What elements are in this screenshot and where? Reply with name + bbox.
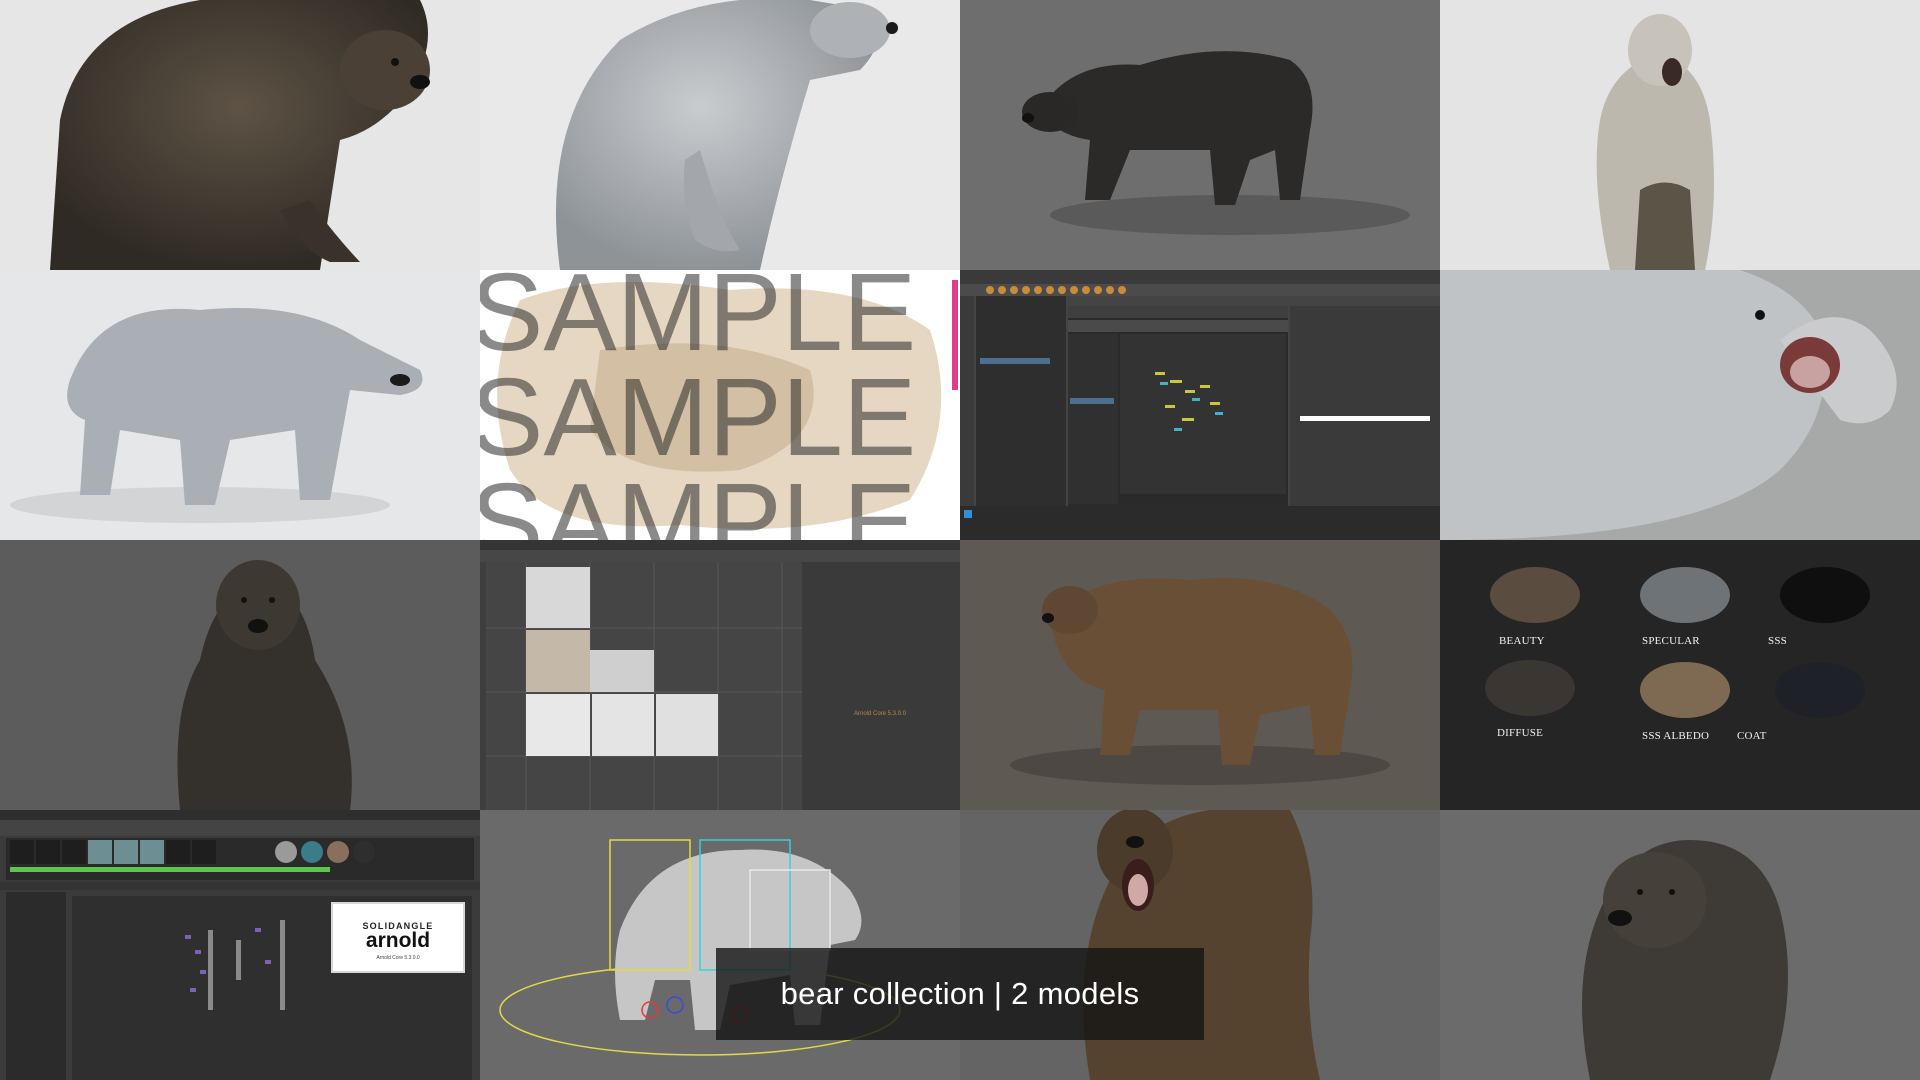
pass-label-sss: SSS xyxy=(1768,635,1787,647)
hypershade-tile: SOLIDANGLE arnold Arnold Core 5.3.0.0 xyxy=(0,810,480,1080)
collection-caption: bear collection | 2 models xyxy=(780,976,1140,1011)
arnold-logo: SOLIDANGLE arnold Arnold Core 5.3.0.0 xyxy=(331,902,465,973)
maya-node-editor-tile xyxy=(960,270,1440,540)
pass-label-coat: COAT xyxy=(1737,730,1767,742)
brown-bear-sitting-image xyxy=(177,560,352,810)
fur-texture-sample-tile: SAMPLE SAMPLE SAMPLE xyxy=(480,270,960,540)
grizzly-walking-image xyxy=(1010,578,1390,785)
pass-label-diffuse: DIFFUSE xyxy=(1497,727,1544,739)
render-passes-grid-image xyxy=(1485,567,1870,718)
uv-editor-tile: Arnold Core 5.3.0.0 xyxy=(480,540,960,810)
pass-label-specular: SPECULAR xyxy=(1642,635,1700,647)
arnold-name-text: arnold xyxy=(365,929,431,952)
polar-bear-roar-closeup-tile xyxy=(1440,270,1920,540)
maya-node-editor-screenshot xyxy=(960,270,1440,540)
polar-bear-standing-tile xyxy=(480,0,960,270)
fur-texture-image: SAMPLE SAMPLE SAMPLE xyxy=(480,270,960,540)
collection-caption-bar: bear collection | 2 models xyxy=(716,948,1204,1040)
brown-bear-sitting-tile xyxy=(0,540,480,810)
arnold-version-text: Arnold Core 5.3.0.0 xyxy=(376,955,420,961)
uv-editor-screenshot xyxy=(480,540,960,810)
brown-bear-front-image xyxy=(1582,840,1788,1080)
polar-bear-standing-image xyxy=(556,0,898,270)
render-passes-tile: BEAUTY SPECULAR SSS DIFFUSE SSS ALBEDO C… xyxy=(1440,540,1920,810)
brown-bear-closeup-tile xyxy=(0,0,480,270)
polar-bear-walking-tile xyxy=(0,270,480,540)
polar-bear-walking-image xyxy=(10,308,423,523)
image-collage: SAMPLE SAMPLE SAMPLE Arnold Core 5.3.0.0… xyxy=(0,0,1920,1080)
uv-version-label: Arnold Core 5.3.0.0 xyxy=(854,711,907,717)
polar-bear-roar-closeup-image xyxy=(1440,270,1897,540)
pass-label-sss-albedo: SSS ALBEDO xyxy=(1642,730,1710,742)
brown-bear-walking-tile xyxy=(960,0,1440,270)
polar-bear-roaring-tile xyxy=(1440,0,1920,270)
polar-bear-roaring-image xyxy=(1596,14,1714,270)
grizzly-walking-tile xyxy=(960,540,1440,810)
brown-bear-front-tile xyxy=(1440,810,1920,1080)
pass-label-beauty: BEAUTY xyxy=(1499,635,1545,647)
brown-bear-closeup-image xyxy=(50,0,430,270)
brown-bear-walking-image xyxy=(1022,51,1410,235)
watermark-text-3: SAMPLE xyxy=(480,461,916,540)
